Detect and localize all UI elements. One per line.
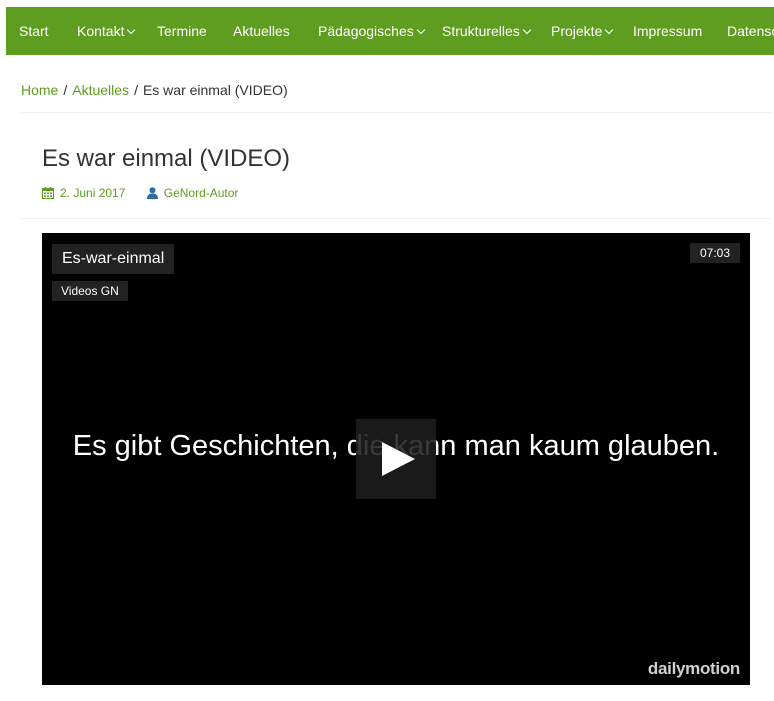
dailymotion-logo[interactable]: dailymotion [648, 659, 740, 679]
chevron-down-icon [605, 25, 614, 35]
nav-label: Start [19, 23, 49, 39]
nav-item-strukturelles[interactable]: Strukturelles [442, 7, 532, 55]
nav-label: Strukturelles [442, 23, 520, 39]
nav-label: Datenschutz [727, 23, 774, 39]
video-duration: 07:03 [689, 243, 740, 263]
nav-item-impressum[interactable]: Impressum [633, 7, 702, 55]
post-date-link[interactable]: 2. Juni 2017 [42, 186, 125, 200]
main-navigation: Start Kontakt Termine Aktuelles Pädagogi… [6, 7, 774, 55]
breadcrumb: Home / Aktuelles / Es war einmal (VIDEO) [21, 82, 288, 98]
breadcrumb-current: Es war einmal (VIDEO) [142, 82, 288, 98]
video-player[interactable]: Es-war-einmal Videos GN 07:03 Es gibt Ge… [42, 233, 750, 685]
divider [21, 218, 770, 219]
nav-label: Projekte [551, 23, 603, 39]
nav-label: Impressum [633, 23, 703, 39]
chevron-down-icon [416, 25, 425, 35]
nav-item-kontakt[interactable]: Kontakt [77, 7, 136, 55]
nav-item-termine[interactable]: Termine [157, 7, 207, 55]
post-author: GeNord-Autor [163, 186, 239, 200]
nav-item-aktuelles[interactable]: Aktuelles [233, 7, 290, 55]
chevron-down-icon [127, 25, 136, 35]
breadcrumb-separator: / [134, 82, 138, 98]
breadcrumb-section-link[interactable]: Aktuelles [72, 82, 129, 98]
chevron-down-icon [522, 25, 532, 35]
nav-label: Pädagogisches [318, 23, 414, 39]
nav-item-projekte[interactable]: Projekte [551, 7, 614, 55]
post-author-link[interactable]: GeNord-Autor [146, 186, 239, 200]
video-channel[interactable]: Videos GN [52, 281, 128, 301]
calendar-icon [42, 187, 54, 199]
post-date: 2. Juni 2017 [60, 186, 126, 200]
nav-label: Kontakt [77, 23, 125, 39]
play-icon [382, 442, 415, 476]
play-button[interactable] [356, 419, 436, 499]
nav-item-paedagogisches[interactable]: Pädagogisches [318, 7, 425, 55]
nav-item-start[interactable]: Start [19, 7, 49, 55]
video-title[interactable]: Es-war-einmal [52, 244, 175, 274]
nav-item-datenschutz[interactable]: Datenschutz [727, 7, 774, 55]
post-meta: 2. Juni 2017 GeNord-Autor [42, 186, 238, 202]
nav-label: Aktuelles [233, 23, 290, 39]
user-icon [146, 187, 158, 199]
breadcrumb-separator: / [63, 82, 68, 98]
divider [21, 112, 770, 113]
nav-label: Termine [157, 23, 207, 39]
page-title: Es war einmal (VIDEO) [42, 145, 291, 172]
breadcrumb-home-link[interactable]: Home [21, 82, 58, 98]
